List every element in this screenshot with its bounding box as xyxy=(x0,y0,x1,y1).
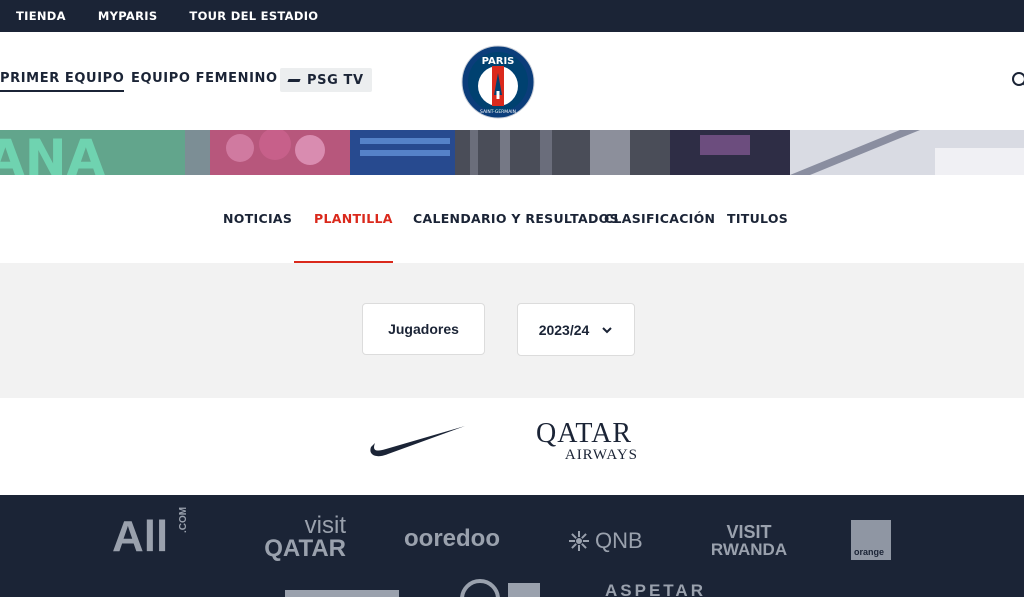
hero-banner-graphic: ANA xyxy=(0,130,1024,175)
qatar-airways-top: QATAR xyxy=(536,418,633,449)
partner-sponsors: All .COM visit QATAR ooredoo QNB VISIT R… xyxy=(0,495,1024,597)
all-com-logo[interactable]: All .COM xyxy=(112,507,189,561)
ea-fc-logo[interactable] xyxy=(458,579,544,597)
visit-rwanda-rwanda: RWANDA xyxy=(710,540,788,559)
chevron-down-icon xyxy=(602,326,613,333)
season-select[interactable]: 2023/24 xyxy=(517,303,635,356)
aspetar-logo[interactable]: ASPETAR xyxy=(605,581,706,597)
qatar-airways-logo[interactable]: QATAR AIRWAYS xyxy=(536,420,640,463)
nav-primer-equipo[interactable]: PRIMER EQUIPO xyxy=(0,71,125,92)
top-bar: TIENDA MYPARIS TOUR DEL ESTADIO xyxy=(0,0,1024,32)
season-value: 2023/24 xyxy=(538,321,590,338)
tab-calendario[interactable]: CALENDARIO Y RESULTADOS xyxy=(413,211,619,226)
main-nav: PRIMER EQUIPO EQUIPO FEMENINO PSG TV PAR… xyxy=(0,32,1024,130)
jugadores-label: Jugadores xyxy=(388,321,459,337)
tab-titulos[interactable]: TITULOS xyxy=(727,211,788,226)
crest-top-text: PARIS xyxy=(482,56,515,67)
jugadores-button[interactable]: Jugadores xyxy=(362,303,485,355)
nav-psg-tv[interactable]: PSG TV xyxy=(280,68,372,92)
all-com-text: .COM xyxy=(178,506,189,533)
visit-rwanda-visit: VISIT xyxy=(726,522,772,542)
search-icon[interactable] xyxy=(1010,70,1024,90)
qnb-logo[interactable]: QNB xyxy=(568,528,643,554)
all-logo-text: All xyxy=(112,512,169,561)
visit-rwanda-logo[interactable]: VISIT RWANDA xyxy=(704,523,794,559)
psg-tv-label: PSG TV xyxy=(307,72,364,88)
filters-section: Jugadores 2023/24 xyxy=(0,263,1024,398)
qatar-airways-bottom: AIRWAYS xyxy=(564,447,638,463)
visit-qatar-visit: visit xyxy=(304,512,346,539)
topbar-link-myparis[interactable]: MYPARIS xyxy=(98,9,158,23)
visit-qatar-qatar: QATAR xyxy=(264,535,346,562)
nike-swoosh-logo[interactable] xyxy=(366,423,466,461)
nav-equipo-femenino[interactable]: EQUIPO FEMENINO xyxy=(131,71,278,86)
orange-logo[interactable]: orange xyxy=(851,520,891,560)
tab-noticias[interactable]: NOTICIAS xyxy=(223,211,292,226)
ooredoo-logo[interactable]: ooredoo xyxy=(404,525,500,553)
main-sponsors: QATAR AIRWAYS xyxy=(0,398,1024,495)
sub-nav: NOTICIAS PLANTILLA CALENDARIO Y RESULTAD… xyxy=(0,175,1024,263)
tab-clasificacion[interactable]: CLASIFICACIÓN xyxy=(604,211,715,226)
psg-tv-dash-icon xyxy=(287,78,301,82)
partial-sponsor-logo-1[interactable] xyxy=(285,590,399,597)
hero-banner-image: ANA xyxy=(0,130,1024,175)
qnb-emblem-icon xyxy=(569,531,589,551)
topbar-link-tienda[interactable]: TIENDA xyxy=(16,9,66,23)
tab-plantilla[interactable]: PLANTILLA xyxy=(314,211,393,226)
orange-text: orange xyxy=(854,547,885,557)
qnb-text: QNB xyxy=(595,528,643,553)
visit-qatar-logo[interactable]: visit QATAR xyxy=(258,512,346,562)
topbar-link-tour[interactable]: TOUR DEL ESTADIO xyxy=(189,9,318,23)
banner-text: ANA xyxy=(0,130,106,175)
crest-bottom-text: SAINT-GERMAIN xyxy=(480,109,516,115)
psg-crest-logo[interactable]: PARIS SAINT-GERMAIN xyxy=(461,45,535,119)
